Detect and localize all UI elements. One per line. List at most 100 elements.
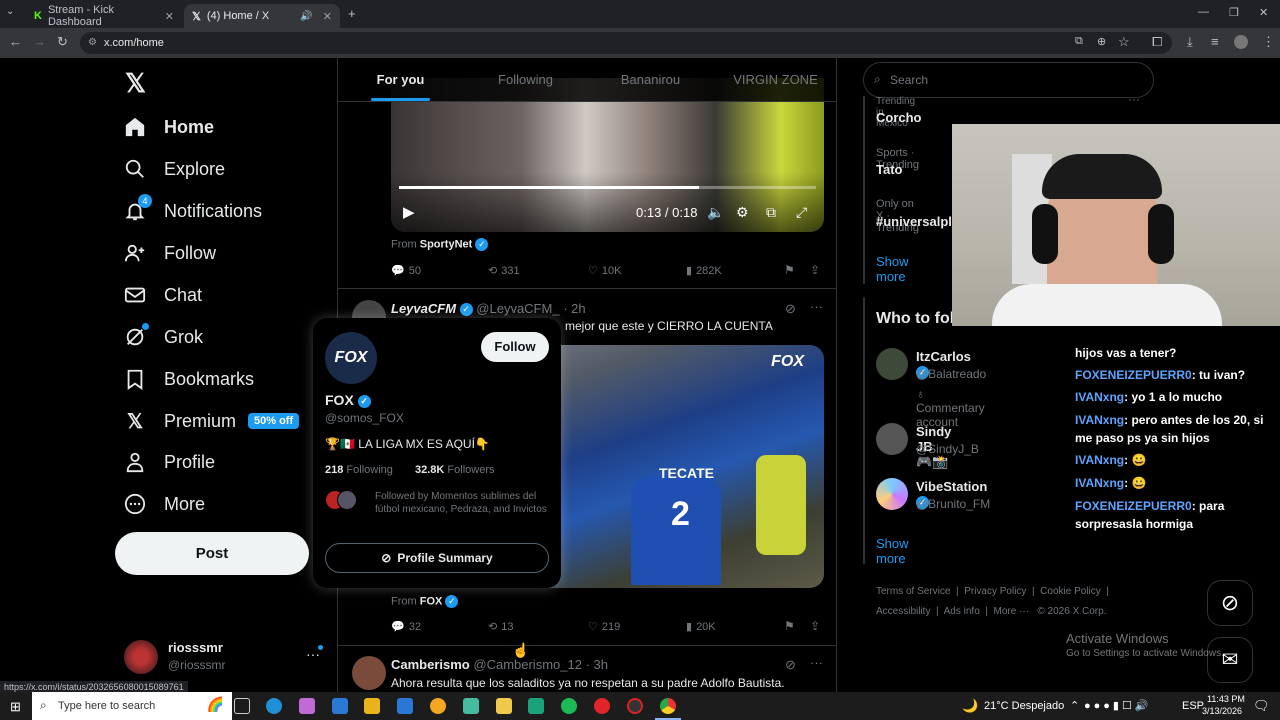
following-count[interactable]: 218 Following [325,464,393,476]
back-icon[interactable]: ← [9,34,22,49]
author-handle[interactable]: @Camberismo_12 [473,657,582,672]
suggestion-handle[interactable]: @Brunito_FM [916,497,990,511]
x-logo-icon[interactable]: 𝕏 [125,68,146,99]
author-name[interactable]: LeyvaCFM [391,301,456,316]
tab-virgin-zone[interactable]: VIRGIN ZONE [713,58,836,101]
language-indicator[interactable]: ESP [1182,700,1204,712]
avatar[interactable] [876,423,908,455]
grok-post-icon[interactable]: ⊘ [785,301,796,317]
clock-time[interactable]: 11:43 PM [1207,694,1245,704]
followed-by-text[interactable]: Followed by Momentos sublimes del fútbol… [375,490,551,516]
search-input[interactable]: ⌕ Search [863,62,1154,98]
nav-more[interactable]: More [124,486,205,522]
trend-item[interactable]: Corcho [876,110,922,125]
task-view-icon[interactable] [234,698,250,714]
footer-link[interactable]: Privacy Policy [964,586,1026,597]
follow-button[interactable]: Follow [481,332,549,362]
fullscreen-icon[interactable]: ⤢ [796,204,807,221]
followers-count[interactable]: 32.8K Followers [415,464,495,476]
hovercard-handle[interactable]: @somos_FOX [325,411,404,425]
footer-link[interactable]: Terms of Service [876,586,950,597]
tab-kick-dashboard[interactable]: K Stream - Kick Dashboard ✕ [26,4,182,28]
zoom-icon[interactable]: ⊕ [1097,35,1106,48]
like-button[interactable]: ♡ 219 [588,620,620,634]
minimize-icon[interactable]: — [1198,6,1209,18]
share-icon[interactable]: ⇪ [810,263,820,277]
views-button[interactable]: ▮ 20K [686,620,716,634]
nav-grok[interactable]: Grok [124,319,203,355]
footer-link[interactable]: Accessibility [876,606,930,617]
nav-explore[interactable]: Explore [124,151,225,187]
profile-avatar-icon[interactable] [1234,35,1248,49]
obs-icon[interactable] [627,698,643,714]
tab-x-home[interactable]: 𝕏 (4) Home / X 🔊 ✕ [184,4,340,28]
source-name[interactable]: SportyNet [420,238,473,250]
copilot-icon[interactable] [299,698,315,714]
start-icon[interactable]: ⊞ [10,699,21,715]
grok-float-button[interactable]: ⊘ [1207,580,1253,626]
post-time[interactable]: · 2h [563,301,585,316]
weather-text[interactable]: 21°C Despejado [984,700,1064,712]
post-more-icon[interactable]: ··· [810,299,823,314]
share-icon[interactable]: ⇪ [810,619,820,633]
tab-following[interactable]: Following [463,58,588,101]
reload-icon[interactable]: ↻ [57,34,68,50]
author-handle[interactable]: @LeyvaCFM_ [476,301,559,316]
fox-avatar[interactable]: FOX [325,332,377,384]
chrome-icon[interactable] [660,698,676,714]
nav-chat[interactable]: Chat [124,277,202,313]
new-tab-icon[interactable]: + [348,6,356,21]
store-icon[interactable] [364,698,380,714]
nav-follow[interactable]: Follow [124,235,216,271]
vscode-icon[interactable] [397,698,413,714]
post-time[interactable]: · 3h [586,657,608,672]
settings-gear-icon[interactable]: ⚙ [736,204,749,221]
url-field[interactable]: ⚙ x.com/home [80,32,1172,54]
reply-button[interactable]: 💬 50 [391,264,421,278]
media-icon[interactable]: ≡ [1211,34,1219,49]
grok-post-icon[interactable]: ⊘ [785,657,796,673]
file-explorer-icon[interactable] [496,698,512,714]
forward-icon[interactable]: → [33,34,46,49]
avatar[interactable] [876,348,908,380]
bookmark-post-icon[interactable]: ⚑ [784,263,795,277]
play-icon[interactable]: ▶ [403,203,415,221]
avatar[interactable] [876,478,908,510]
mail-app-icon[interactable] [332,698,348,714]
suggestion-handle[interactable]: @SindyJ_B [916,442,979,456]
clock-date[interactable]: 3/13/2026 [1202,706,1242,716]
download-icon[interactable]: ⤓ [1187,34,1193,50]
bookmark-post-icon[interactable]: ⚑ [784,619,795,633]
close-tab-icon[interactable]: ✕ [323,10,332,23]
views-button[interactable]: ▮ 282K [686,264,722,278]
spotify-icon[interactable] [561,698,577,714]
hovercard-name[interactable]: FOX ✓ [325,392,371,408]
profile-summary-button[interactable]: ⊘ Profile Summary [325,543,549,573]
messages-float-button[interactable]: ✉ [1207,637,1253,683]
opera-icon[interactable] [594,698,610,714]
account-switcher[interactable]: riosssmr @riosssmr ··· [120,636,330,678]
suggestion-handle[interactable]: @Balatreado [916,367,986,381]
nav-bookmarks[interactable]: Bookmarks [124,361,254,397]
pip-icon[interactable]: ⧉ [766,204,776,221]
trend-item[interactable]: Tato [876,162,902,177]
repost-button[interactable]: ⟲ 13 [488,620,513,634]
close-tab-icon[interactable]: ✕ [165,10,174,23]
tab-bananirou[interactable]: Bananirou [588,58,713,101]
volume-icon[interactable]: 🔈 [707,204,724,221]
avatar[interactable] [352,656,386,690]
trend-more-icon[interactable]: ··· [1128,92,1140,106]
like-button[interactable]: ♡ 10K [588,264,621,278]
author-name[interactable]: Camberismo [391,657,470,672]
extensions-icon[interactable]: ⧠ [1152,34,1162,50]
tray-icons[interactable]: ●●●▮☐🔊 [1084,699,1152,712]
footer-link[interactable]: Cookie Policy [1040,586,1101,597]
install-icon[interactable]: ⧉ [1075,35,1083,48]
edge-icon[interactable] [266,698,282,714]
show-more-trends[interactable]: Show more [876,254,909,284]
nav-home[interactable]: Home [124,109,214,145]
app-icon[interactable] [528,698,544,714]
trend-item[interactable]: #universalpl [876,214,952,229]
source-name[interactable]: FOX [420,595,443,607]
app-icon[interactable] [430,698,446,714]
